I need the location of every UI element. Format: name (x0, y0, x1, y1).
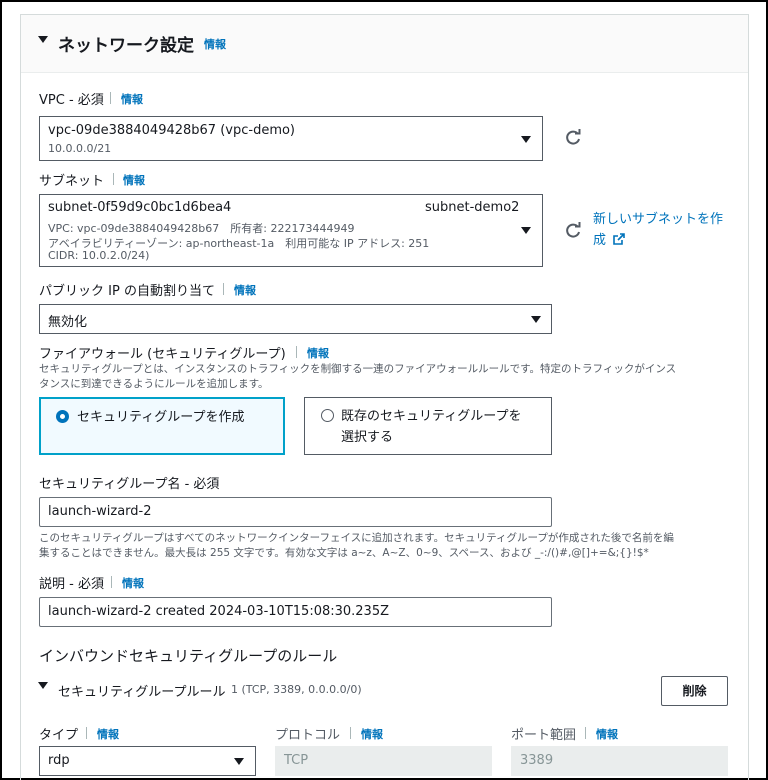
refresh-icon[interactable] (564, 129, 582, 147)
create-subnet-link[interactable]: 新しいサブネットを作 成 (593, 209, 723, 251)
port-range-label: ポート範囲 (511, 728, 577, 743)
radio-unselected-icon[interactable] (321, 409, 334, 422)
description-label: 説明 - 必須 (39, 577, 104, 592)
protocol-label: プロトコル (275, 728, 341, 743)
public-ip-label: パブリック IP の自動割り当て (39, 284, 215, 299)
vpc-cidr: 10.0.0.0/21 (48, 142, 112, 155)
delete-button-label: 削除 (682, 684, 707, 698)
vpc-select[interactable]: vpc-09de3884049428b67 (vpc-demo) 10.0.0.… (39, 116, 543, 161)
description-input[interactable]: launch-wizard-2 created 2024-03-10T15:08… (39, 597, 552, 627)
firewall-label: ファイアウォール (セキュリティグループ) (39, 347, 286, 362)
type-label: タイプ (39, 728, 79, 743)
chevron-down-icon (521, 227, 531, 234)
public-ip-info-link[interactable]: 情報 (234, 282, 256, 298)
port-range-field: 3389 (511, 746, 728, 776)
subnet-id: subnet-0f59d9c0bc1d6bea4 (48, 200, 232, 215)
sg-name-input[interactable]: launch-wizard-2 (39, 497, 552, 527)
chevron-down-icon (531, 316, 541, 323)
port-range-info-link[interactable]: 情報 (596, 726, 618, 742)
firewall-description-line1: セキュリティグループとは、インスタンスのトラフィックを制御する一連のファイアウォ… (39, 363, 677, 375)
create-security-group-option[interactable]: セキュリティグループを作成 (39, 397, 285, 455)
type-select[interactable]: rdp (39, 746, 256, 776)
subnet-label: サブネット (39, 174, 105, 189)
sg-name-label: セキュリティグループ名 - 必須 (39, 477, 220, 492)
radio-selected-icon[interactable] (56, 410, 69, 423)
refresh-icon[interactable] (564, 222, 582, 240)
type-value: rdp (48, 753, 70, 768)
separator (86, 727, 87, 739)
firewall-description-line2: タンスに到達できるようにルールを追加します。 (39, 378, 269, 390)
existing-security-group-label: 既存のセキュリティグループを (341, 409, 522, 424)
protocol-info-link[interactable]: 情報 (361, 726, 383, 742)
sg-name-hint-line2: 集することはできません。最大長は 255 文字です。有効な文字は a~z、A~Z… (39, 547, 649, 559)
existing-security-group-option[interactable]: 既存のセキュリティグループを 選択する (304, 397, 552, 455)
vpc-selected-value: vpc-09de3884049428b67 (vpc-demo) (48, 123, 296, 138)
panel-header: ネットワーク設定 情報 (21, 15, 748, 73)
type-info-link[interactable]: 情報 (97, 726, 119, 742)
chevron-down-icon (234, 758, 244, 765)
rule-expand-caret-icon[interactable] (38, 682, 48, 689)
separator (350, 727, 351, 739)
public-ip-value: 無効化 (48, 315, 88, 330)
protocol-field: TCP (275, 746, 492, 776)
sg-name-value: launch-wizard-2 (48, 504, 152, 519)
separator (585, 727, 586, 739)
external-link-icon (613, 233, 625, 245)
separator (223, 283, 224, 295)
create-subnet-link-text[interactable]: 新しいサブネットを作 (593, 209, 723, 230)
rule-title[interactable]: セキュリティグループルール (58, 681, 225, 700)
rule-detail: 1 (TCP, 3389, 0.0.0.0/0) (231, 683, 362, 696)
subnet-info-link[interactable]: 情報 (123, 172, 145, 188)
public-ip-select[interactable]: 無効化 (39, 304, 552, 334)
create-subnet-link-text-2[interactable]: 成 (593, 230, 723, 251)
port-range-value: 3389 (520, 753, 554, 768)
vpc-label: VPC - 必須 (39, 93, 104, 108)
subnet-cidr: CIDR: 10.0.2.0/24) (48, 249, 150, 262)
description-info-link[interactable]: 情報 (122, 575, 144, 591)
collapse-caret-icon[interactable] (38, 36, 48, 43)
vpc-info-link[interactable]: 情報 (121, 91, 143, 107)
subnet-select[interactable]: subnet-0f59d9c0bc1d6bea4 subnet-demo2 VP… (39, 194, 543, 267)
separator (296, 346, 297, 358)
separator (113, 173, 114, 185)
network-info-link[interactable]: 情報 (204, 36, 226, 52)
section-title[interactable]: ネットワーク設定 (58, 31, 194, 56)
separator (110, 92, 111, 104)
create-subnet-link-text-end[interactable]: 成 (593, 233, 606, 248)
separator (111, 576, 112, 588)
subnet-vpc-owner: VPC: vpc-09de3884049428b67 所有者: 22217344… (48, 222, 355, 235)
description-value: launch-wizard-2 created 2024-03-10T15:08… (48, 604, 390, 619)
inbound-rules-heading: インバウンドセキュリティグループのルール (39, 647, 338, 665)
create-security-group-label: セキュリティグループを作成 (77, 410, 245, 425)
firewall-info-link[interactable]: 情報 (307, 345, 329, 361)
delete-rule-button[interactable]: 削除 (661, 676, 728, 706)
chevron-down-icon (521, 136, 531, 143)
existing-security-group-label-2: 選択する (341, 430, 394, 445)
sg-name-hint-line1: このセキュリティグループはすべてのネットワークインターフェイスに追加されます。セ… (39, 532, 674, 544)
subnet-name: subnet-demo2 (425, 200, 520, 215)
protocol-value: TCP (284, 753, 309, 768)
